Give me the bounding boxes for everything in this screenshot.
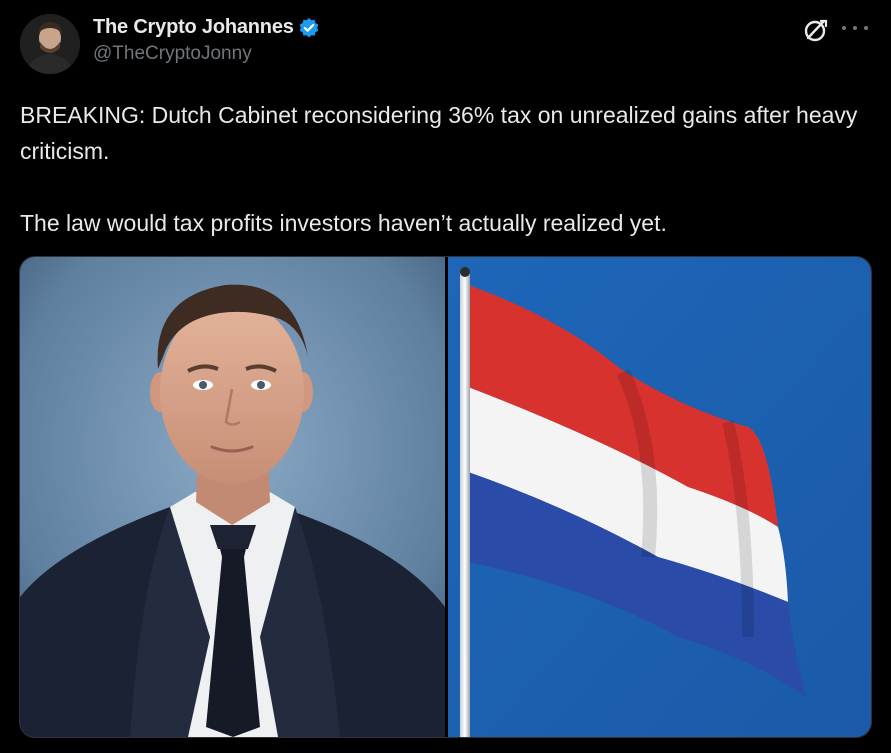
dot-icon bbox=[842, 26, 846, 30]
dot-icon bbox=[864, 26, 868, 30]
name-row: The Crypto Johannes bbox=[93, 16, 320, 39]
tweet-paragraph-2: The law would tax profits investors have… bbox=[20, 210, 667, 236]
avatar[interactable] bbox=[20, 14, 80, 74]
media-grid bbox=[19, 256, 872, 738]
verified-badge-icon[interactable] bbox=[298, 17, 320, 39]
author-block: The Crypto Johannes @TheCryptoJonny bbox=[93, 16, 320, 65]
display-name[interactable]: The Crypto Johannes bbox=[93, 16, 294, 39]
portrait-photo[interactable] bbox=[20, 257, 445, 737]
dutch-flag-photo[interactable] bbox=[448, 257, 871, 737]
more-options-icon[interactable] bbox=[842, 24, 868, 32]
handle[interactable]: @TheCryptoJonny bbox=[93, 43, 320, 65]
tweet-paragraph-1: BREAKING: Dutch Cabinet reconsidering 36… bbox=[20, 102, 858, 164]
tweet-card[interactable]: The Crypto Johannes @TheCryptoJonny BREA… bbox=[0, 0, 891, 753]
grok-icon[interactable] bbox=[802, 16, 830, 44]
dot-icon bbox=[853, 26, 857, 30]
tweet-text: BREAKING: Dutch Cabinet reconsidering 36… bbox=[20, 97, 870, 241]
